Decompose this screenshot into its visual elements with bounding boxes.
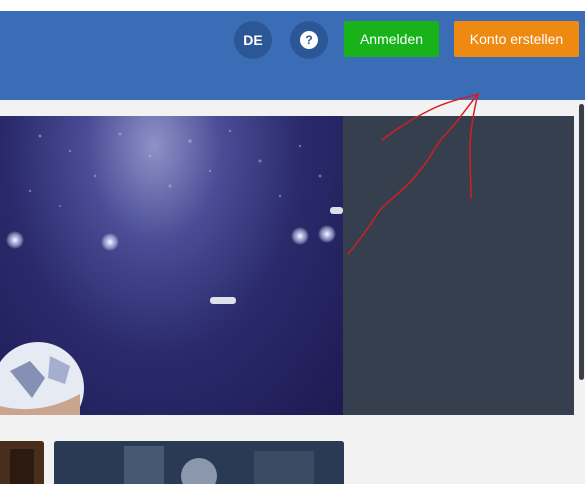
- signup-label: Konto erstellen: [469, 31, 564, 47]
- signup-button[interactable]: Konto erstellen: [454, 21, 579, 57]
- stadium-image: [0, 129, 343, 415]
- login-button[interactable]: Anmelden: [344, 21, 439, 57]
- game-thumbnail-main[interactable]: [54, 441, 344, 484]
- scrollbar[interactable]: [579, 104, 584, 380]
- language-label: DE: [243, 32, 263, 48]
- question-icon: ?: [300, 31, 318, 49]
- side-panel: [343, 116, 574, 415]
- language-button[interactable]: DE: [234, 21, 272, 59]
- help-button[interactable]: ?: [290, 21, 328, 59]
- top-strip: [0, 0, 585, 11]
- login-label: Anmelden: [359, 31, 424, 47]
- game-thumbnail-left[interactable]: [0, 441, 44, 484]
- hero-banner[interactable]: [0, 116, 343, 415]
